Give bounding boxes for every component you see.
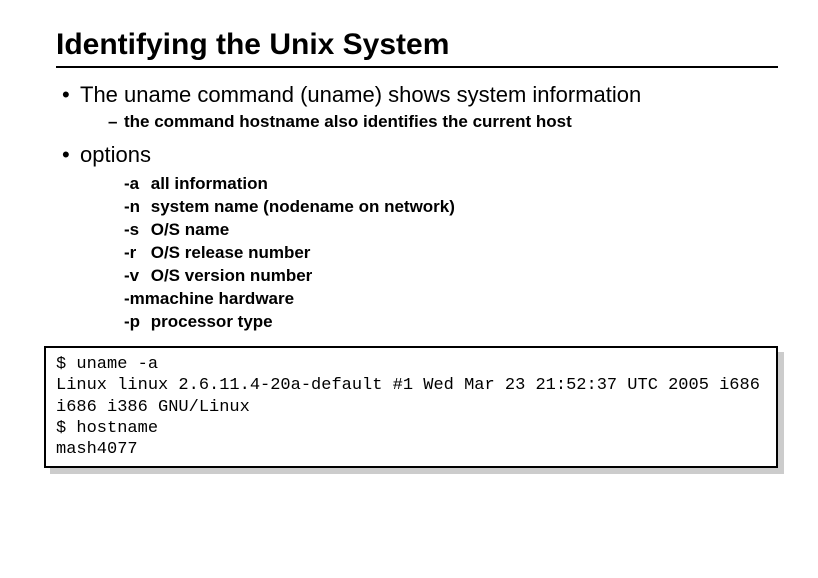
option-m-flag: -m [124, 289, 145, 308]
option-p-desc: processor type [151, 312, 273, 331]
slide: Identifying the Unix System The uname co… [0, 0, 818, 488]
option-s-desc: O/S name [151, 220, 229, 239]
option-r-flag: -r [124, 243, 146, 263]
option-v: -v O/S version number [124, 266, 778, 286]
bullet-list: The uname command (uname) shows system i… [56, 82, 778, 332]
title-underline [56, 66, 778, 68]
option-s: -s O/S name [124, 220, 778, 240]
terminal-line-4: mash4077 [56, 440, 138, 459]
option-a-desc: all information [151, 174, 268, 193]
terminal-line-1: $ uname -a [56, 355, 158, 374]
option-p-flag: -p [124, 312, 146, 332]
terminal-line-2: Linux linux 2.6.11.4-20a-default #1 Wed … [56, 376, 770, 416]
bullet-options: options -a all information -n system nam… [62, 142, 778, 332]
option-m: -mmachine hardware [124, 289, 778, 309]
option-a-flag: -a [124, 174, 146, 194]
option-v-flag: -v [124, 266, 146, 286]
option-m-desc: machine hardware [145, 289, 294, 308]
option-n-desc: system name (nodename on network) [151, 197, 455, 216]
option-n: -n system name (nodename on network) [124, 197, 778, 217]
sub-list: the command hostname also identifies the… [80, 112, 778, 132]
terminal-output: $ uname -a Linux linux 2.6.11.4-20a-defa… [44, 346, 778, 468]
option-s-flag: -s [124, 220, 146, 240]
bullet-uname-text: The uname command (uname) shows system i… [80, 82, 641, 107]
terminal-line-3: $ hostname [56, 419, 158, 438]
option-n-flag: -n [124, 197, 146, 217]
options-list: -a all information -n system name (noden… [80, 174, 778, 332]
bullet-uname: The uname command (uname) shows system i… [62, 82, 778, 132]
bullet-options-text: options [80, 142, 151, 167]
slide-title: Identifying the Unix System [56, 28, 778, 62]
terminal-block: $ uname -a Linux linux 2.6.11.4-20a-defa… [44, 346, 778, 468]
option-r: -r O/S release number [124, 243, 778, 263]
sub-hostname: the command hostname also identifies the… [108, 112, 778, 132]
option-v-desc: O/S version number [151, 266, 313, 285]
option-r-desc: O/S release number [151, 243, 311, 262]
option-a: -a all information [124, 174, 778, 194]
option-p: -p processor type [124, 312, 778, 332]
